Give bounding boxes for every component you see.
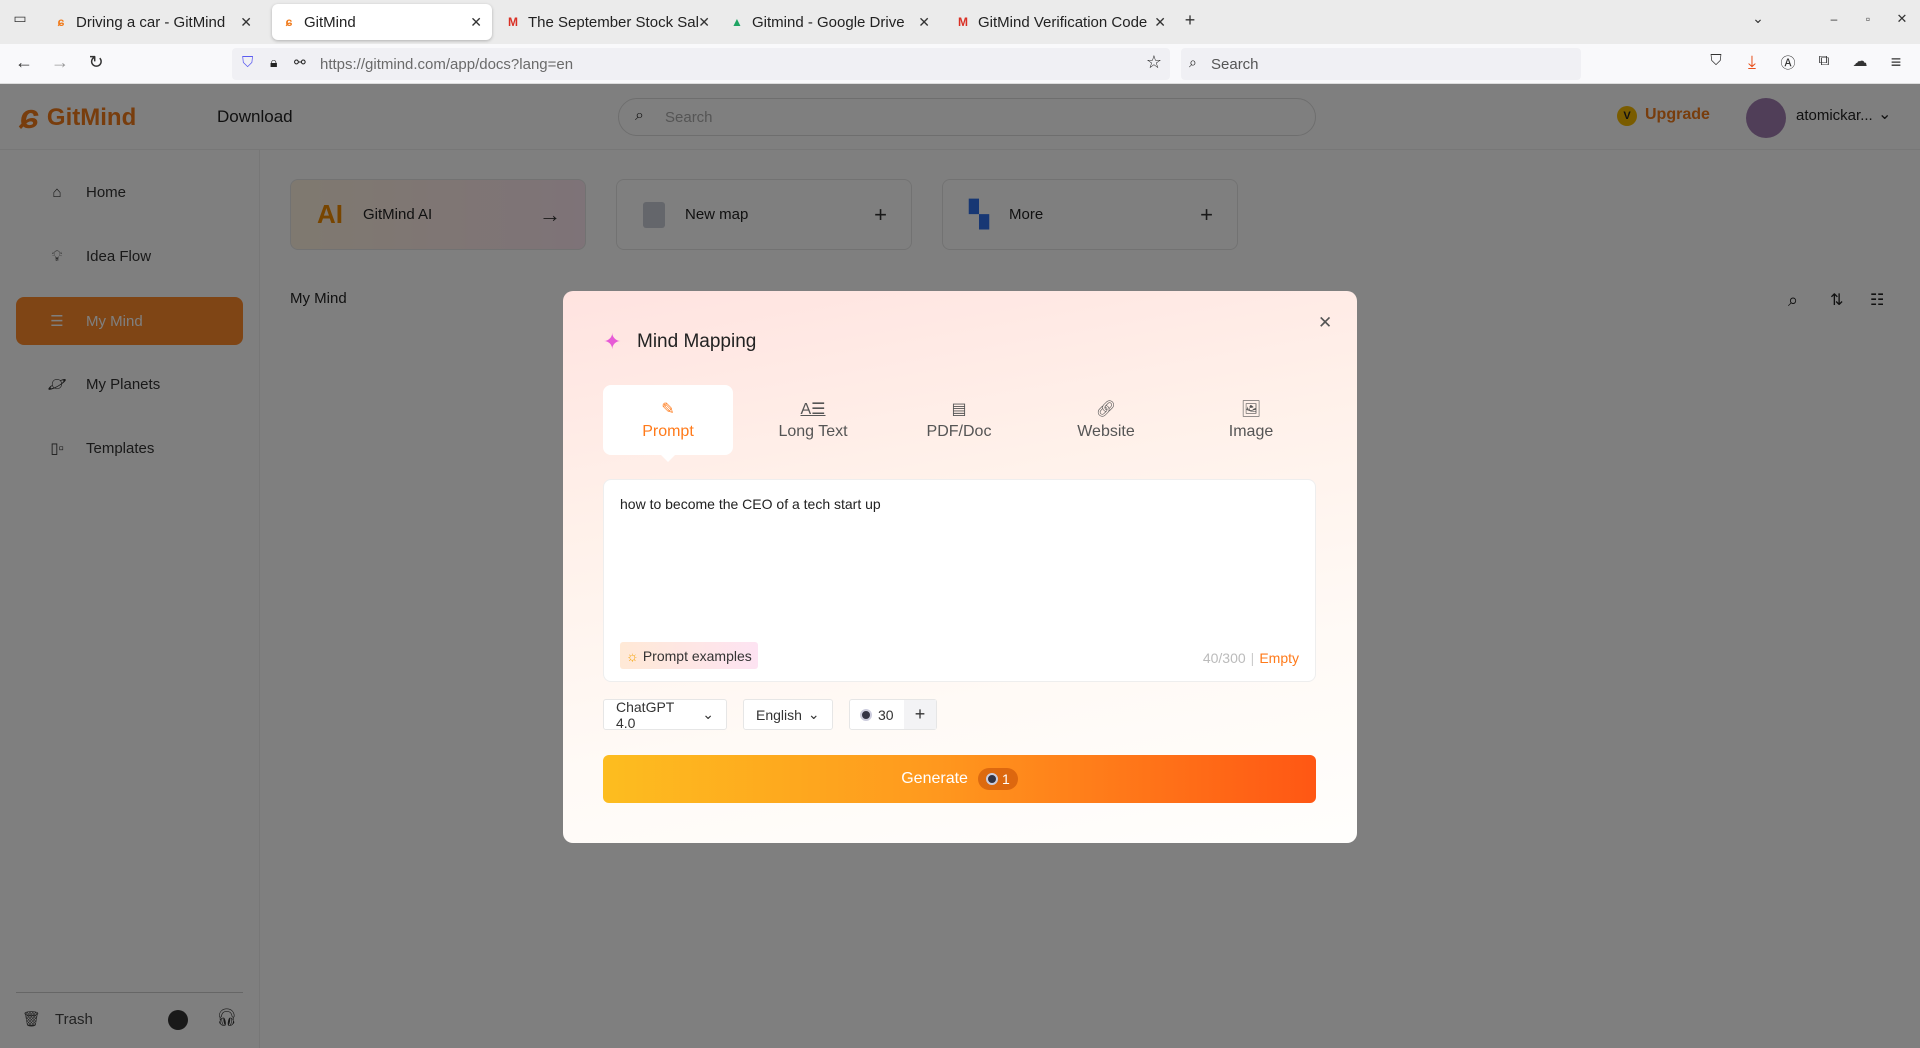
tab-prompt[interactable]: ✎ Prompt	[603, 385, 733, 462]
list-all-tabs-icon[interactable]: ⌄	[1746, 10, 1770, 27]
browser-tab[interactable]: M The September Stock Sale ✕	[496, 4, 710, 40]
separator: |	[1250, 650, 1255, 666]
tab-label: GitMind Verification Code	[978, 13, 1148, 31]
long-text-icon: A☰	[800, 401, 826, 418]
model-select[interactable]: ChatGPT 4.0 ⌄	[603, 698, 727, 731]
close-window-icon[interactable]: ✕	[1890, 11, 1914, 27]
tab-pdf-doc[interactable]: ▤ PDF/Doc	[894, 385, 1024, 455]
coin-icon	[985, 773, 998, 785]
browser-tab-bar: ▭ ɕ Driving a car - GitMind ✕ ɕ GitMind ✕ MT…	[0, 0, 1920, 44]
download-icon[interactable]: ⤓	[1740, 52, 1764, 73]
close-tab-icon[interactable]: ✕	[918, 14, 930, 31]
char-counter: 40/300 | Empty	[1203, 650, 1299, 666]
empty-button[interactable]: Empty	[1259, 650, 1299, 666]
url-bar[interactable]: ⛉ 🔒︎ ⚯ https://gitmind.com/app/docs?lang…	[232, 48, 1170, 80]
char-count: 40/300	[1202, 650, 1246, 666]
tab-label: Image	[1228, 423, 1274, 440]
extensions-icon[interactable]: ⧉	[1812, 52, 1836, 69]
lightbulb-icon: ☼	[626, 647, 639, 664]
tab-label: The September Stock Sale	[528, 13, 698, 31]
tab-long-text[interactable]: A☰ Long Text	[748, 385, 878, 455]
google-drive-icon: ▲	[731, 15, 743, 29]
lock-icon: 🔒︎	[270, 54, 278, 70]
image-icon: 🖼︎	[1240, 401, 1262, 418]
chevron-down-icon: ⌄	[702, 706, 714, 722]
pocket-icon[interactable]: ⛉	[1704, 52, 1728, 69]
close-tab-icon[interactable]: ✕	[1154, 14, 1166, 31]
tab-label: GitMind	[304, 13, 356, 31]
browser-toolbar: ← → ↻ ⛉ 🔒︎ ⚯ https://gitmind.com/app/doc…	[0, 44, 1920, 84]
generate-label: Generate	[901, 770, 968, 787]
extension-icon[interactable]: ☁	[1848, 52, 1872, 70]
tab-label: Gitmind - Google Drive	[752, 13, 905, 31]
search-icon: ⌕	[1189, 54, 1197, 70]
close-icon[interactable]: ✕	[1318, 313, 1332, 333]
search-placeholder: Search	[1211, 56, 1259, 73]
account-icon[interactable]: Ⓐ	[1776, 52, 1800, 73]
browser-tab[interactable]: ɕ Driving a car - GitMind ✕	[44, 4, 262, 40]
mind-mapping-modal: ✦ Mind Mapping ✕ ✎ Prompt A☰ Long Text ▤ PD…	[563, 291, 1357, 843]
gmail-icon: M	[508, 15, 518, 29]
chevron-down-icon: ⌄	[807, 706, 820, 722]
restore-icon[interactable]: ▫	[1856, 12, 1880, 26]
reload-icon[interactable]: ↻	[84, 52, 108, 73]
tab-label: Driving a car - GitMind	[76, 13, 226, 31]
tab-image[interactable]: 🖼︎ Image	[1186, 385, 1316, 455]
close-tab-icon[interactable]: ✕	[470, 14, 482, 31]
permissions-icon: ⚯	[294, 54, 306, 70]
generate-button[interactable]: Generate 1	[603, 755, 1316, 803]
credits-stepper: 30 +	[849, 699, 937, 730]
url-text: https://gitmind.com/app/docs?lang=en	[320, 56, 574, 73]
model-value: ChatGPT 4.0	[616, 698, 675, 731]
tab-website[interactable]: 🔗︎ Website	[1041, 385, 1171, 455]
feather-icon: ✎	[661, 401, 675, 418]
tab-label: Website	[1077, 423, 1135, 440]
close-tab-icon[interactable]: ✕	[698, 14, 710, 31]
language-value: English	[756, 706, 802, 723]
prompt-examples-button[interactable]: ☼ Prompt examples	[620, 642, 758, 669]
tab-label: Long Text	[778, 423, 848, 440]
prompt-examples-label: Prompt examples	[642, 647, 752, 664]
credits-value: 30	[878, 706, 894, 723]
tab-list-icon[interactable]: ▭	[8, 10, 32, 27]
gitmind-icon: ɕ	[57, 15, 65, 29]
file-icon: ▤	[951, 401, 967, 418]
menu-icon[interactable]: ≡	[1884, 52, 1908, 73]
modal-title: Mind Mapping	[637, 331, 757, 352]
tab-label: PDF/Doc	[926, 423, 992, 440]
back-icon[interactable]: ←	[12, 52, 36, 73]
sparkle-icon: ✦	[603, 329, 622, 354]
bookmark-star-icon[interactable]: ☆	[1146, 52, 1162, 73]
add-credits-button[interactable]: +	[904, 700, 936, 729]
gitmind-icon: ɕ	[285, 15, 293, 29]
gmail-icon: M	[958, 15, 968, 29]
link-icon: 🔗︎	[1095, 401, 1117, 418]
cost-value: 1	[1001, 771, 1010, 787]
close-tab-icon[interactable]: ✕	[240, 14, 252, 31]
prompt-textarea[interactable]: how to become the CEO of a tech start up…	[603, 479, 1316, 682]
prompt-text: how to become the CEO of a tech start up	[620, 496, 881, 512]
minimize-icon[interactable]: –	[1822, 12, 1846, 26]
language-select[interactable]: English ⌄	[743, 699, 833, 730]
coin-icon	[860, 708, 872, 721]
new-tab-icon[interactable]: +	[1178, 10, 1202, 31]
browser-tab[interactable]: ▲ Gitmind - Google Drive ✕	[720, 4, 940, 40]
forward-icon[interactable]: →	[48, 52, 72, 73]
browser-search-input[interactable]: ⌕ Search	[1181, 48, 1581, 80]
cost-badge: 1	[977, 768, 1018, 790]
browser-tab[interactable]: M GitMind Verification Code ✕	[946, 4, 1166, 40]
shield-icon: ⛉	[242, 54, 254, 71]
tab-label: Prompt	[642, 423, 694, 440]
browser-tab-active[interactable]: ɕ GitMind ✕	[272, 4, 492, 40]
